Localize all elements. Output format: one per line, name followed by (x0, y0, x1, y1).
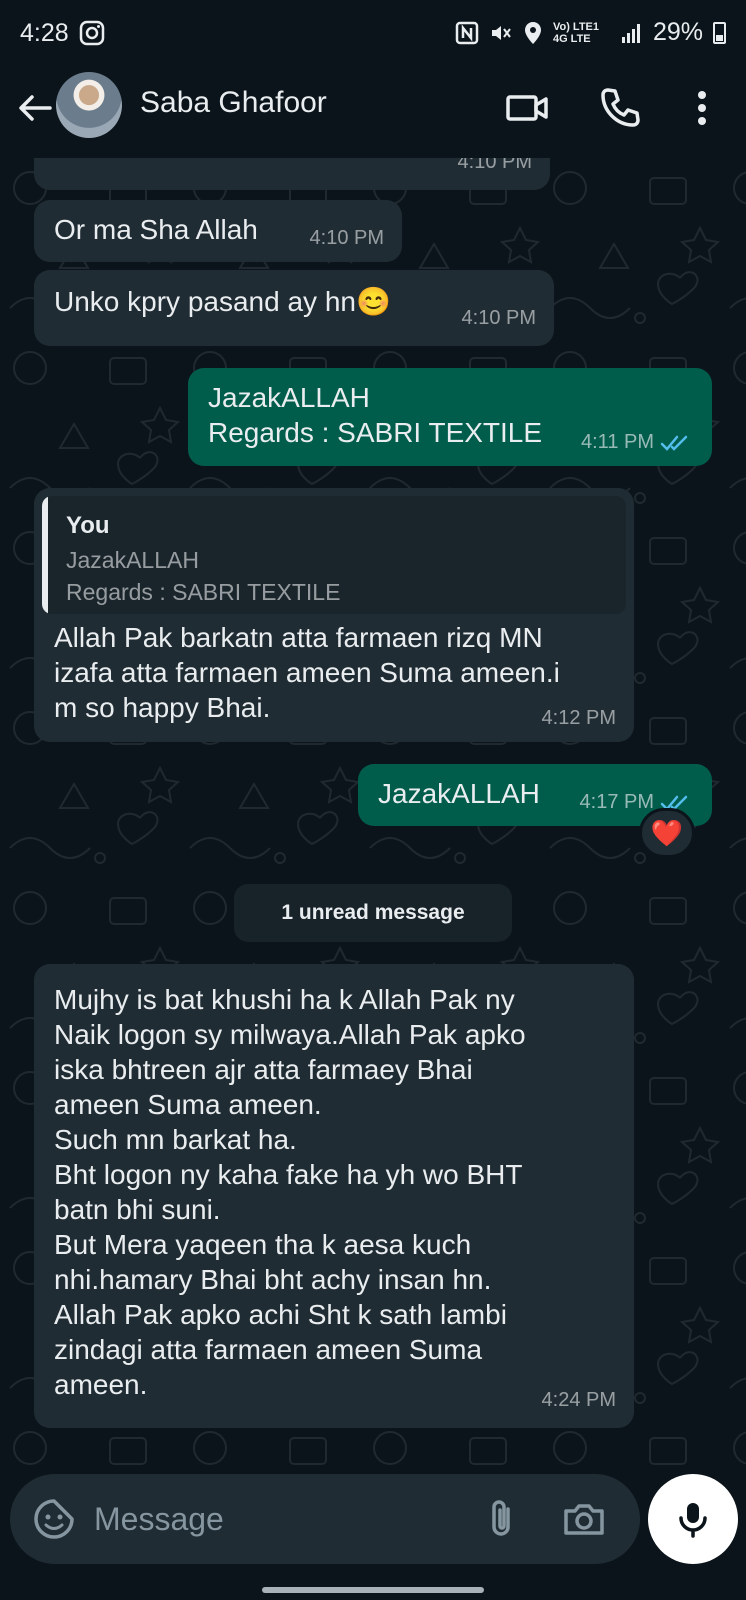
battery-icon (713, 21, 726, 44)
network-indicator: Vo) LTE1 4G LTE (552, 20, 599, 45)
message-time: 4:10 PM (310, 221, 384, 256)
nfc-icon (455, 21, 479, 44)
message-text: Or ma Sha Allah (54, 214, 258, 245)
message-bubble-incoming[interactable]: Mujhy is bat khushi ha k Allah Pak ny Na… (34, 964, 634, 1428)
signal-icon (621, 23, 640, 43)
attach-icon[interactable] (478, 1495, 526, 1543)
voice-call-icon[interactable] (596, 84, 644, 132)
message-text: Unko kpry pasand ay hn😊 (54, 286, 391, 317)
message-text: Mujhy is bat khushi ha k Allah Pak ny Na… (54, 984, 526, 1400)
quote-text: JazakALLAH Regards : SABRI TEXTILE (66, 547, 341, 605)
more-options-icon[interactable] (678, 84, 726, 132)
chat-area[interactable]: 4:10 PM Or ma Sha Allah 4:10 PM Unko kpr… (0, 158, 746, 1470)
gesture-bar (262, 1587, 484, 1593)
microphone-icon (679, 1503, 707, 1538)
quote-author: You (66, 512, 110, 539)
message-time: 4:24 PM (542, 1383, 616, 1418)
chat-header: Saba Ghafoor (0, 66, 746, 158)
message-bubble-outgoing[interactable]: JazakALLAH Regards : SABRI TEXTILE 4:11 … (188, 368, 712, 466)
message-time: 4:11 PM (581, 425, 694, 460)
message-input[interactable] (94, 1494, 474, 1544)
time-label: 4:12 PM (541, 707, 616, 729)
back-arrow-icon[interactable] (12, 86, 56, 130)
time-label: 4:17 PM (579, 791, 654, 813)
camera-icon[interactable] (560, 1495, 608, 1543)
message-bubble-incoming[interactable]: You JazakALLAH Regards : SABRI TEXTILE A… (34, 488, 634, 742)
unread-divider: 1 unread message (234, 884, 512, 942)
message-text: JazakALLAH Regards : SABRI TEXTILE (208, 382, 543, 448)
status-bar: 4:28 Vo) LTE1 4G LTE 29% (0, 0, 746, 66)
mute-icon (491, 25, 511, 40)
read-ticks-icon (660, 435, 688, 451)
heart-reaction-icon: ❤️ (650, 817, 684, 848)
location-icon (524, 21, 541, 44)
message-text: Allah Pak barkatn atta farmaen rizq MN i… (54, 622, 560, 723)
time-label: 4:10 PM (309, 227, 384, 249)
quote-bar (42, 496, 48, 614)
message-time: 4:10 PM (458, 158, 532, 180)
unread-divider-label: 1 unread message (281, 901, 465, 924)
instagram-icon (79, 20, 104, 46)
time-label: 4:11 PM (581, 431, 654, 453)
time-label: 4:10 PM (461, 307, 536, 329)
message-text: JazakALLAH (378, 778, 540, 809)
contact-name[interactable]: Saba Ghafoor (140, 86, 327, 120)
sticker-icon[interactable] (30, 1495, 78, 1543)
reaction-badge[interactable]: ❤️ (639, 808, 695, 858)
video-call-icon[interactable] (504, 84, 552, 132)
time-label: 4:10 PM (457, 158, 532, 173)
voice-message-button[interactable] (648, 1474, 738, 1564)
time-label: 4:24 PM (541, 1389, 616, 1411)
message-time: 4:12 PM (542, 701, 616, 736)
status-time: 4:28 (20, 18, 69, 47)
message-bubble-incoming[interactable]: Unko kpry pasand ay hn😊 4:10 PM (34, 270, 554, 346)
battery-percent: 29% (652, 18, 703, 46)
quoted-message[interactable]: You JazakALLAH Regards : SABRI TEXTILE (42, 496, 626, 614)
message-bubble-incoming[interactable]: Or ma Sha Allah 4:10 PM (34, 200, 402, 262)
message-composer (10, 1474, 640, 1564)
message-time: 4:10 PM (462, 301, 536, 336)
message-bubble-incoming[interactable]: 4:10 PM (34, 158, 550, 190)
avatar[interactable] (56, 72, 122, 138)
